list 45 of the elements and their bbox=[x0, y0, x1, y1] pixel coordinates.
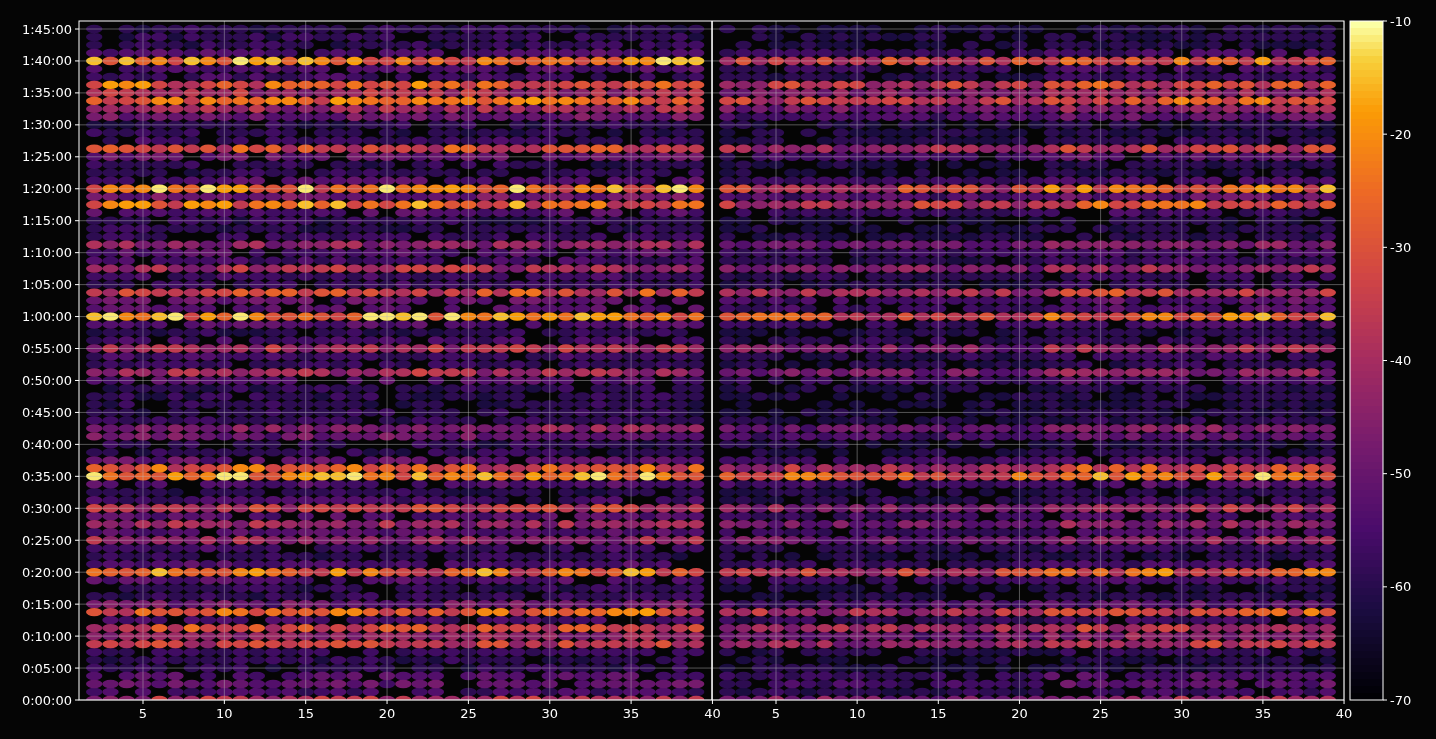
axis-tick-label: 0:55:00 bbox=[21, 341, 72, 356]
axis-tick-label: 30 bbox=[1173, 706, 1190, 721]
axis-tick-label: 1:05:00 bbox=[21, 277, 72, 293]
axis-tick-label: 25 bbox=[460, 706, 477, 721]
colorbar-tick-label: -10 bbox=[1390, 13, 1412, 29]
axis-tick-label: 0:45:00 bbox=[21, 404, 72, 420]
axis-tick-label: 1:40:00 bbox=[21, 53, 72, 69]
axis-tick-label: 1:35:00 bbox=[21, 85, 72, 101]
axis-tick-label: 0:05:00 bbox=[21, 660, 72, 676]
axis-tick-label: 25 bbox=[1092, 706, 1109, 721]
axis-tick-label: 1:20:00 bbox=[21, 181, 72, 197]
axis-tick-label: 5 bbox=[771, 706, 781, 721]
axis-tick-label: 1:25:00 bbox=[21, 149, 72, 165]
colorbar-tick-label: -60 bbox=[1390, 579, 1412, 595]
colorbar-tick-label: -50 bbox=[1390, 466, 1412, 482]
axis-tick-label: 0:40:00 bbox=[21, 436, 72, 452]
axis-tick-label: 10 bbox=[848, 706, 866, 721]
axis-tick-label: 1:10:00 bbox=[21, 245, 72, 261]
axis-tick-label: 1:15:00 bbox=[21, 213, 72, 229]
axis-tick-label: 0:25:00 bbox=[21, 532, 72, 548]
axis-tick-label: 15 bbox=[930, 706, 947, 721]
axis-tick-label: 40 bbox=[1335, 706, 1353, 721]
axis-tick-label: 35 bbox=[1254, 706, 1272, 721]
axis-tick-label: 1:30:00 bbox=[21, 117, 72, 133]
axis-tick-label: 30 bbox=[541, 706, 558, 721]
axis-tick-label: 1:45:00 bbox=[21, 21, 72, 37]
axis-tick-label: 15 bbox=[297, 706, 314, 721]
axis-tick-label: 0:00:00 bbox=[21, 692, 72, 708]
axis-tick-label: 0:10:00 bbox=[21, 628, 72, 644]
axis-tick-label: 20 bbox=[1011, 706, 1028, 721]
axis-tick-label: 20 bbox=[378, 706, 396, 721]
axis-tick-label: 0:20:00 bbox=[21, 564, 72, 580]
colorbar-tick-label: -30 bbox=[1390, 239, 1412, 255]
axis-tick-label: 1:00:00 bbox=[21, 309, 72, 325]
axis-tick-label: 10 bbox=[216, 706, 233, 721]
axis-tick-label: 35 bbox=[622, 706, 640, 721]
axis-tick-label: 0:35:00 bbox=[21, 468, 72, 484]
axis-tick-label: 0:30:00 bbox=[21, 500, 72, 516]
colorbar-tick-label: -20 bbox=[1390, 126, 1412, 142]
axis-tick-label: 5 bbox=[138, 706, 148, 721]
colorbar-tick-label: -70 bbox=[1390, 692, 1412, 708]
axis-tick-label: 0:15:00 bbox=[21, 596, 72, 612]
axis-tick-label: 40 bbox=[704, 706, 721, 721]
colorbar-tick-label: -40 bbox=[1390, 353, 1412, 368]
axis-tick-label: 0:50:00 bbox=[21, 373, 72, 388]
